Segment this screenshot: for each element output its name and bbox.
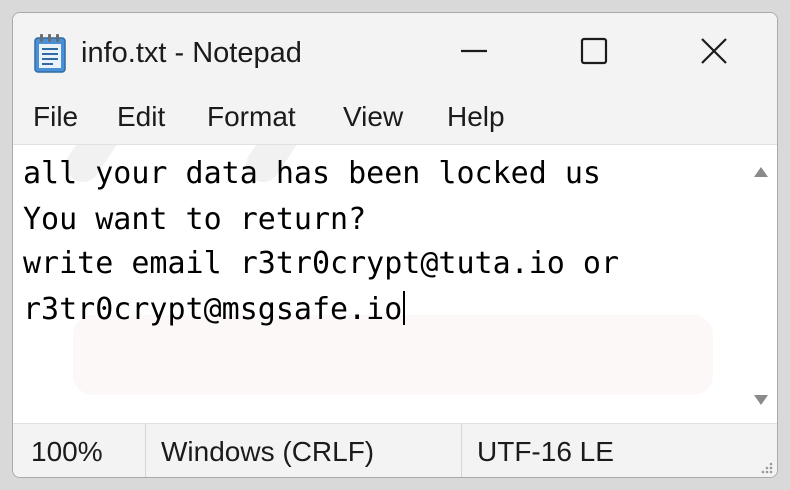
vertical-scrollbar[interactable] bbox=[743, 145, 777, 423]
resize-grip-icon[interactable] bbox=[759, 460, 773, 474]
maximize-icon bbox=[580, 37, 608, 65]
notepad-app-icon bbox=[33, 34, 67, 74]
notepad-window: info.txt - Notepad File Edit Format View… bbox=[12, 12, 778, 478]
text-line-2: You want to return? bbox=[23, 202, 367, 237]
window-title: info.txt - Notepad bbox=[81, 37, 302, 69]
menu-bar: File Edit Format View Help bbox=[13, 89, 777, 145]
close-icon bbox=[701, 38, 727, 64]
text-caret bbox=[403, 291, 406, 325]
menu-help[interactable]: Help bbox=[447, 97, 505, 137]
text-line-4-row: r3tr0crypt@msgsafe.io bbox=[23, 287, 406, 333]
text-editor[interactable]: all your data has been locked us You wan… bbox=[13, 145, 743, 423]
maximize-button[interactable] bbox=[539, 13, 649, 89]
menu-view[interactable]: View bbox=[343, 97, 403, 137]
scroll-up-arrow-icon[interactable] bbox=[753, 165, 769, 179]
status-line-endings: Windows (CRLF) bbox=[161, 436, 375, 467]
minimize-button[interactable] bbox=[419, 13, 529, 89]
text-line-3: write email r3tr0crypt@tuta.io or bbox=[23, 246, 620, 281]
minimize-icon bbox=[461, 49, 487, 53]
text-line-1: all your data has been locked us bbox=[23, 156, 601, 191]
menu-edit[interactable]: Edit bbox=[117, 97, 165, 137]
status-encoding: UTF-16 LE bbox=[477, 436, 614, 467]
text-line-4: r3tr0crypt@msgsafe.io bbox=[23, 292, 403, 327]
menu-file[interactable]: File bbox=[33, 97, 78, 137]
status-bar: 100% Windows (CRLF) UTF-16 LE bbox=[13, 423, 777, 477]
status-zoom: 100% bbox=[31, 436, 103, 467]
status-divider bbox=[461, 424, 462, 477]
scroll-down-arrow-icon[interactable] bbox=[753, 393, 769, 407]
menu-format[interactable]: Format bbox=[207, 97, 296, 137]
close-button[interactable] bbox=[659, 13, 769, 89]
title-bar[interactable]: info.txt - Notepad bbox=[13, 13, 777, 89]
status-divider bbox=[145, 424, 146, 477]
